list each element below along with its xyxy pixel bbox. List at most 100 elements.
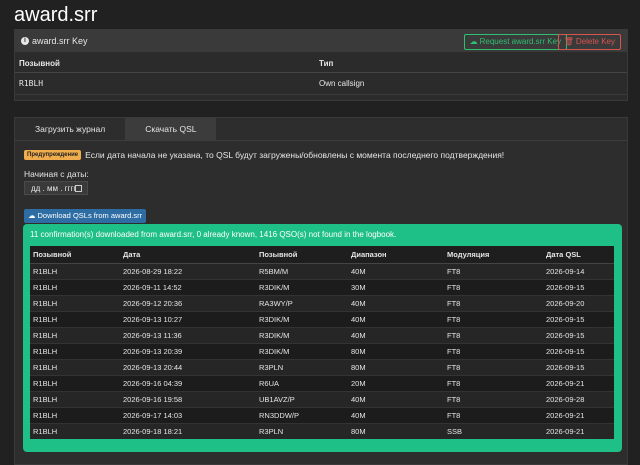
date-cell: 2026-09-11 14:52 — [120, 279, 256, 296]
result-message: 11 confirmation(s) downloaded from award… — [30, 230, 397, 239]
key-table: Позывной Тип R1BLH Own callsign — [15, 55, 627, 95]
col-callsign: Позывной — [256, 246, 348, 264]
band-cell: 40M — [348, 263, 444, 280]
tabs-card: Загрузить журнал Скачать QSL Предупрежде… — [14, 117, 628, 465]
table-row: R1BLH 2026-09-12 20:36 RA3WY/P 40M FT8 2026-0… — [30, 295, 614, 312]
station-callsign-cell: R1BLH — [30, 295, 120, 312]
delete-key-label: Delete Key — [575, 37, 615, 46]
callsign-cell: R6UA — [256, 375, 348, 392]
qsl-date-cell: 2026-09-15 — [543, 311, 614, 328]
table-row: R1BLH 2026-09-13 20:44 R3PLN 80M FT8 2026-09-… — [30, 359, 614, 376]
qsl-date-cell: 2026-09-15 — [543, 359, 614, 376]
table-row: R1BLH 2026-09-13 10:27 R3DIK/M 40M FT8 2026-0… — [30, 311, 614, 328]
col-station-callsign: Позывной — [30, 246, 120, 264]
key-col-type: Тип — [315, 55, 627, 73]
station-callsign-cell: R1BLH — [30, 407, 120, 424]
mode-cell: FT8 — [444, 327, 543, 344]
request-key-button[interactable]: ☁ Request award.srr Key — [463, 34, 567, 50]
key-col-callsign: Позывной — [15, 55, 315, 73]
table-row: R1BLH 2026-09-11 14:52 R3DIK/M 30M FT8 2026-0… — [30, 279, 614, 296]
station-callsign-cell: R1BLH — [30, 311, 120, 328]
key-card-header: i award.srr Key ☁ Request award.srr Key … — [15, 30, 627, 52]
date-cell: 2026-09-13 10:27 — [120, 311, 256, 328]
table-row: R1BLH 2026-09-13 20:39 R3DIK/M 80M FT8 2026-0… — [30, 343, 614, 360]
qsl-date-cell: 2026-09-21 — [543, 423, 614, 439]
cloud-download-icon: ☁ — [28, 211, 36, 220]
mode-cell: FT8 — [444, 391, 543, 408]
callsign-cell: R5BM/M — [256, 263, 348, 280]
download-qsl-button[interactable]: ☁ Download QSLs from award.srr — [24, 209, 147, 223]
warning-badge: Предупреждение — [24, 150, 82, 160]
calendar-icon[interactable] — [75, 185, 82, 192]
mode-cell: FT8 — [444, 263, 543, 280]
start-date-label: Начиная с даты: — [24, 169, 89, 179]
band-cell: 40M — [348, 311, 444, 328]
mode-cell: FT8 — [444, 295, 543, 312]
result-alert: 11 confirmation(s) downloaded from award… — [23, 224, 622, 452]
qsl-date-cell: 2026-09-21 — [543, 375, 614, 392]
page-title: award.srr — [14, 4, 98, 26]
key-type-cell: Own callsign — [315, 72, 627, 95]
qsl-date-cell: 2026-09-28 — [543, 391, 614, 408]
band-cell: 30M — [348, 279, 444, 296]
download-qsl-label: Download QSLs from award.srr — [37, 211, 143, 220]
table-row: R1BLH 2026-09-16 04:39 R6UA 20M FT8 2026-09-2… — [30, 375, 614, 392]
band-cell: 40M — [348, 407, 444, 424]
station-callsign-cell: R1BLH — [30, 375, 120, 392]
col-mode: Модуляция — [444, 246, 543, 264]
trash-icon: 🗑 — [563, 37, 574, 46]
station-callsign-cell: R1BLH — [30, 391, 120, 408]
delete-key-button[interactable]: 🗑 Delete Key — [557, 34, 621, 50]
qsl-date-cell: 2026-09-14 — [543, 263, 614, 280]
callsign-cell: R3PLN — [256, 359, 348, 376]
table-row: R1BLH 2026-09-13 11:36 R3DIK/M 40M FT8 2026-0… — [30, 327, 614, 344]
info-icon: i — [21, 37, 29, 45]
warning-text: Если дата начала не указана, то QSL буду… — [85, 150, 505, 160]
callsign-cell: R3DIK/M — [256, 327, 348, 344]
band-cell: 20M — [348, 375, 444, 392]
mode-cell: FT8 — [444, 343, 543, 360]
col-band: Диапазон — [348, 246, 444, 264]
mode-cell: FT8 — [444, 407, 543, 424]
callsign-cell: R3DIK/M — [256, 279, 348, 296]
date-cell: 2026-09-13 20:44 — [120, 359, 256, 376]
date-cell: 2026-09-17 14:03 — [120, 407, 256, 424]
band-cell: 40M — [348, 295, 444, 312]
callsign-cell: RA3WY/P — [256, 295, 348, 312]
qsl-date-cell: 2026-09-15 — [543, 327, 614, 344]
station-callsign-cell: R1BLH — [30, 279, 120, 296]
mode-cell: FT8 — [444, 311, 543, 328]
table-row: R1BLH 2026-09-16 19:58 UB1AVZ/P 40M FT8 2026-… — [30, 391, 614, 408]
qsl-date-cell: 2026-09-21 — [543, 407, 614, 424]
band-cell: 80M — [348, 343, 444, 360]
key-callsign-cell: R1BLH — [15, 72, 315, 95]
band-cell: 80M — [348, 423, 444, 439]
warning-line: Предупреждение Если дата начала не указа… — [24, 150, 504, 160]
request-key-label: Request award.srr Key — [479, 37, 561, 46]
start-date-input[interactable]: дд . мм . гггг — [24, 181, 88, 195]
table-row: R1BLH 2026-09-17 14:03 RN3DDW/P 40M FT8 2026-… — [30, 407, 614, 424]
station-callsign-cell: R1BLH — [30, 327, 120, 344]
band-cell: 80M — [348, 359, 444, 376]
date-cell: 2026-09-16 19:58 — [120, 391, 256, 408]
qsl-date-cell: 2026-09-20 — [543, 295, 614, 312]
tab-download-qsl[interactable]: Скачать QSL — [125, 118, 217, 140]
station-callsign-cell: R1BLH — [30, 423, 120, 439]
callsign-cell: R3DIK/M — [256, 311, 348, 328]
callsign-cell: R3DIK/M — [256, 343, 348, 360]
col-date: Дата — [120, 246, 256, 264]
table-row: R1BLH 2026-08-29 18:22 R5BM/M 40M FT8 2026-09… — [30, 263, 614, 280]
col-qsl-date: Дата QSL — [543, 246, 614, 264]
date-cell: 2026-09-13 11:36 — [120, 327, 256, 344]
mode-cell: FT8 — [444, 375, 543, 392]
tab-bar: Загрузить журнал Скачать QSL — [15, 118, 627, 141]
callsign-cell: UB1AVZ/P — [256, 391, 348, 408]
qsl-table-body: R1BLH 2026-08-29 18:22 R5BM/M 40M FT8 2026-09… — [30, 263, 614, 439]
mode-cell: SSB — [444, 423, 543, 439]
table-row: R1BLH 2026-09-18 18:21 R3PLN 80M SSB 2026-09-… — [30, 423, 614, 439]
tab-upload-log[interactable]: Загрузить журнал — [15, 118, 125, 140]
cloud-icon: ☁ — [469, 37, 478, 46]
station-callsign-cell: R1BLH — [30, 359, 120, 376]
qsl-table: Позывной Дата Позывной Диапазон Модуляци… — [30, 246, 614, 439]
mode-cell: FT8 — [444, 359, 543, 376]
